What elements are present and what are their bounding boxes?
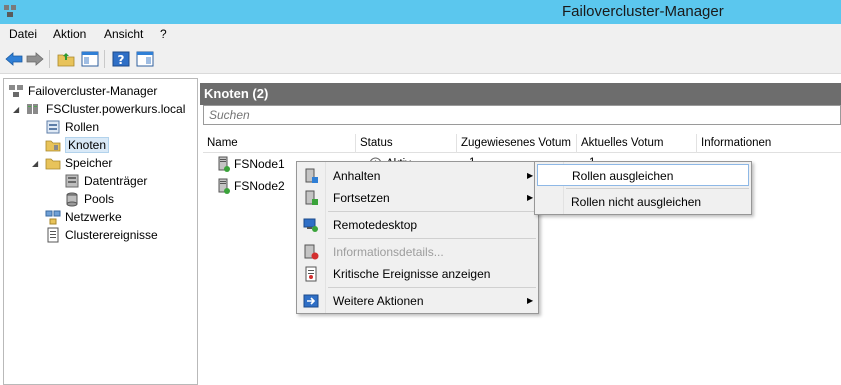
menu-item-pause[interactable]: Anhalten ▶ <box>299 165 536 187</box>
console-tree-icon <box>81 51 99 67</box>
tree-item-events[interactable]: Clusterereignisse <box>45 226 158 244</box>
tree-label: Knoten <box>65 137 110 153</box>
resume-node-icon <box>305 190 318 205</box>
remote-desktop-icon <box>303 218 318 232</box>
disk-icon <box>65 174 79 188</box>
node-name: FSNode1 <box>234 157 285 171</box>
menu-aktion[interactable]: Aktion <box>53 27 86 41</box>
tree-item-storage[interactable]: Speicher <box>45 154 112 172</box>
folder-up-icon <box>57 53 75 67</box>
submenu-arrow-icon: ▶ <box>527 193 534 202</box>
toolbar: ? <box>0 44 841 74</box>
pause-submenu: Rollen ausgleichen Rollen nicht ausgleic… <box>534 161 752 215</box>
forward-arrow-icon <box>26 52 44 66</box>
menu-item-critical-events[interactable]: Kritische Ereignisse anzeigen <box>299 263 536 285</box>
svg-text:?: ? <box>118 53 125 67</box>
window-title: Failovercluster-Manager <box>562 3 724 20</box>
tree-item-disks[interactable]: Datenträger <box>64 172 147 190</box>
tree-item-pools[interactable]: Pools <box>64 190 114 208</box>
critical-events-icon <box>305 266 317 282</box>
tree-label: Netzwerke <box>65 210 122 224</box>
tree-item-root[interactable]: Failovercluster-Manager <box>8 82 157 100</box>
events-icon <box>47 227 59 243</box>
column-name[interactable]: Name <box>203 134 356 153</box>
submenu-arrow-icon: ▶ <box>527 171 534 180</box>
menu-item-label: Rollen nicht ausgleichen <box>571 195 702 209</box>
menu-item-label: Informationsdetails... <box>333 245 444 259</box>
menu-item-label: Rollen ausgleichen <box>572 169 674 183</box>
up-folder-button[interactable] <box>56 49 76 69</box>
tree-item-nodes[interactable]: Knoten <box>45 136 110 154</box>
tree-label: Rollen <box>65 120 100 134</box>
cluster-manager-icon <box>9 85 23 97</box>
title-bar: Failovercluster-Manager <box>0 0 841 24</box>
menu-item-label: Fortsetzen <box>333 191 390 205</box>
tree-item-roles[interactable]: Rollen <box>45 118 99 136</box>
menu-item-label: Anhalten <box>333 169 381 183</box>
tree-label: Pools <box>84 192 115 206</box>
node-name: FSNode2 <box>234 179 285 193</box>
menu-item-no-drain[interactable]: Rollen nicht ausgleichen <box>537 191 749 213</box>
storage-folder-icon <box>45 158 61 170</box>
nodes-icon <box>45 140 61 152</box>
info-details-icon <box>304 244 319 260</box>
column-status[interactable]: Status <box>356 134 457 153</box>
menu-item-label: Weitere Aktionen <box>333 294 424 308</box>
help-icon: ? <box>112 51 130 67</box>
pool-icon <box>66 192 78 207</box>
back-arrow-icon <box>5 52 23 66</box>
tree-label: Speicher <box>65 156 113 170</box>
column-assigned-vote[interactable]: Zugewiesenes Votum <box>457 134 577 153</box>
more-actions-icon <box>303 294 319 308</box>
tree-label: FSCluster.powerkurs.local <box>46 102 186 116</box>
column-information[interactable]: Informationen <box>697 134 841 153</box>
console-tree: Failovercluster-Manager ◢ FSCluster.powe… <box>3 78 198 385</box>
cluster-icon <box>27 104 38 114</box>
menu-item-resume[interactable]: Fortsetzen ▶ <box>299 187 536 209</box>
column-headers: Name Status Zugewiesenes Votum Aktuelles… <box>203 134 841 153</box>
roles-icon <box>46 120 60 134</box>
tree-label: Failovercluster-Manager <box>28 84 158 98</box>
back-button[interactable] <box>4 49 24 69</box>
show-console-tree-button[interactable] <box>80 49 100 69</box>
cluster-app-icon <box>4 5 16 17</box>
forward-button[interactable] <box>25 49 45 69</box>
pause-node-icon <box>305 168 318 183</box>
tree-label: Datenträger <box>84 174 148 188</box>
tree-item-networks[interactable]: Netzwerke <box>45 208 122 226</box>
menu-datei[interactable]: Datei <box>9 27 37 41</box>
menu-item-label: Remotedesktop <box>333 218 418 232</box>
help-button[interactable]: ? <box>111 49 131 69</box>
search-box[interactable] <box>203 105 841 125</box>
node-server-icon <box>218 178 230 194</box>
show-action-pane-button[interactable] <box>135 49 155 69</box>
menu-bar: Datei Aktion Ansicht ? <box>0 24 841 44</box>
menu-item-label: Kritische Ereignisse anzeigen <box>333 267 491 281</box>
submenu-arrow-icon: ▶ <box>527 296 534 305</box>
collapse-icon[interactable]: ◢ <box>32 159 38 168</box>
menu-item-more-actions[interactable]: Weitere Aktionen ▶ <box>299 290 536 312</box>
menu-ansicht[interactable]: Ansicht <box>104 27 143 41</box>
network-icon <box>45 210 61 225</box>
menu-help[interactable]: ? <box>160 27 167 41</box>
pane-header: Knoten (2) <box>200 83 841 105</box>
menu-item-remote-desktop[interactable]: Remotedesktop <box>299 214 536 236</box>
menu-item-drain-roles[interactable]: Rollen ausgleichen <box>537 164 749 186</box>
action-pane-icon <box>136 51 154 67</box>
tree-label: Clusterereignisse <box>65 228 158 242</box>
column-current-vote[interactable]: Aktuelles Votum <box>577 134 697 153</box>
search-input[interactable] <box>204 106 840 124</box>
collapse-icon[interactable]: ◢ <box>13 105 19 114</box>
node-server-icon <box>218 156 230 172</box>
context-menu: Anhalten ▶ Fortsetzen ▶ Remotedesktop In… <box>296 161 539 314</box>
tree-item-cluster[interactable]: FSCluster.powerkurs.local <box>26 100 185 118</box>
menu-item-info-details[interactable]: Informationsdetails... <box>299 241 536 263</box>
